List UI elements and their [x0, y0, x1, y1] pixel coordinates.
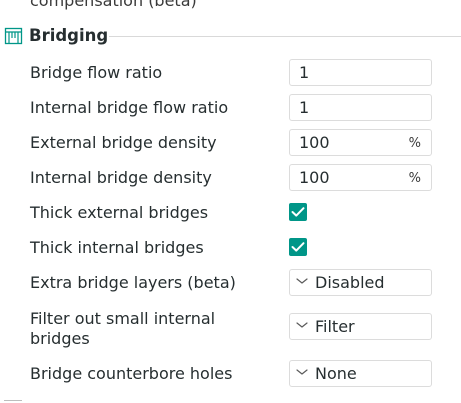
check-icon [291, 207, 305, 217]
internal-bridge-flow-ratio-input[interactable]: 1 [289, 94, 432, 121]
external-bridge-density-input[interactable]: 100 % [289, 129, 432, 156]
unit-label: % [408, 171, 421, 186]
internal-bridge-density-input[interactable]: 100 % [289, 164, 432, 191]
field-value: 1 [299, 98, 310, 117]
chevron-down-icon [296, 322, 308, 328]
setting-label: Internal bridge flow ratio [30, 98, 229, 117]
chevron-down-icon [296, 369, 308, 375]
section-title: Bridging [29, 26, 109, 45]
section-header-bridging: Bridging [4, 25, 461, 47]
previous-section-tail: compensation (beta) [30, 0, 197, 10]
bridge-flow-ratio-input[interactable]: 1 [289, 59, 432, 86]
extra-bridge-layers-select[interactable]: Disabled [289, 269, 432, 296]
thick-external-bridges-checkbox[interactable] [289, 203, 307, 221]
bridge-counterbore-holes-select[interactable]: None [289, 360, 432, 387]
setting-label: Thick external bridges [30, 203, 209, 222]
field-value: 100 [299, 168, 330, 187]
setting-row-internal-bridge-density: Internal bridge density 100 % [30, 164, 461, 192]
select-value: Filter [315, 317, 355, 336]
bridge-icon [4, 26, 23, 45]
setting-row-thick-internal-bridges: Thick internal bridges [30, 234, 461, 262]
unit-label: % [408, 136, 421, 151]
check-icon [291, 242, 305, 252]
setting-row-bridge-counterbore-holes: Bridge counterbore holes None [30, 360, 461, 388]
setting-row-internal-bridge-flow-ratio: Internal bridge flow ratio 1 [30, 94, 461, 122]
setting-label-line1: Filter out small internal [30, 309, 216, 328]
select-value: None [315, 364, 357, 383]
chevron-down-icon [296, 278, 308, 284]
field-value: 100 [299, 133, 330, 152]
setting-row-filter-small-internal-bridges: Filter out small internal bridges Filter [30, 308, 461, 350]
setting-label: Extra bridge layers (beta) [30, 273, 236, 292]
setting-label: External bridge density [30, 133, 217, 152]
setting-label: Thick internal bridges [30, 238, 204, 257]
field-value: 1 [299, 63, 310, 82]
next-section-edge [4, 400, 22, 401]
setting-label-line2: bridges [30, 329, 90, 348]
setting-label: Bridge counterbore holes [30, 364, 233, 383]
setting-label: Internal bridge density [30, 168, 212, 187]
setting-row-bridge-flow-ratio: Bridge flow ratio 1 [30, 59, 461, 87]
section-divider [109, 36, 461, 37]
setting-row-extra-bridge-layers: Extra bridge layers (beta) Disabled [30, 269, 461, 297]
thick-internal-bridges-checkbox[interactable] [289, 238, 307, 256]
setting-label: Bridge flow ratio [30, 63, 163, 82]
select-value: Disabled [315, 273, 385, 292]
setting-row-thick-external-bridges: Thick external bridges [30, 199, 461, 227]
setting-row-external-bridge-density: External bridge density 100 % [30, 129, 461, 157]
filter-small-internal-bridges-select[interactable]: Filter [289, 313, 432, 340]
